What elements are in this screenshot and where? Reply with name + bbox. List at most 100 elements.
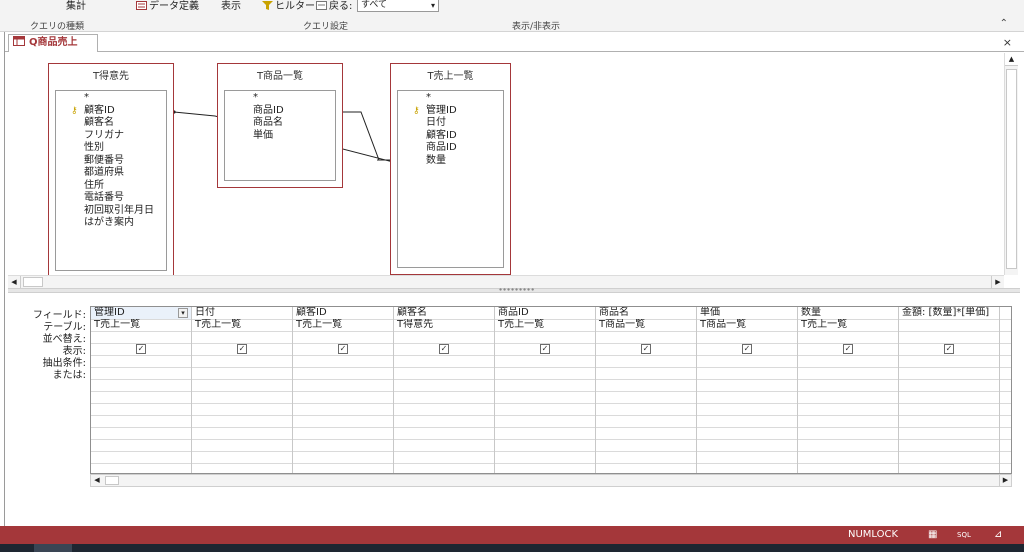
- datasheet-view-icon[interactable]: ▦: [928, 529, 937, 540]
- scroll-thumb[interactable]: [23, 277, 43, 287]
- property-filter-button[interactable]: ヒルター: [262, 0, 315, 12]
- field-cell[interactable]: 商品ID: [495, 307, 595, 319]
- field-cell[interactable]: 数量: [798, 307, 898, 319]
- pane-splitter[interactable]: ∙∙∙∙∙∙∙∙∙: [8, 285, 1020, 294]
- field-all[interactable]: *: [225, 92, 335, 105]
- show-checkbox[interactable]: ✓: [439, 344, 449, 354]
- grid-horizontal-scrollbar[interactable]: ◀ ▶: [90, 474, 1012, 487]
- scroll-left-icon[interactable]: ◀: [8, 276, 21, 288]
- field-item[interactable]: 商品ID: [398, 142, 503, 155]
- grid-column[interactable]: 日付 T売上一覧 ✓: [192, 307, 293, 473]
- sort-cell[interactable]: [899, 331, 999, 343]
- design-view-icon[interactable]: ⊿: [994, 529, 1002, 540]
- table-sales[interactable]: T売上一覧 * ⚷ 管理ID 日付 顧客ID 商品ID 数量: [390, 63, 511, 275]
- table-products[interactable]: T商品一覧 * 商品ID 商品名 単価: [217, 63, 343, 188]
- field-item[interactable]: 都道府県: [56, 167, 166, 180]
- show-checkbox[interactable]: ✓: [944, 344, 954, 354]
- field-item[interactable]: 初回取引年月日: [56, 205, 166, 218]
- show-checkbox[interactable]: ✓: [136, 344, 146, 354]
- field-item[interactable]: ⚷ 管理ID: [398, 105, 503, 118]
- field-cell[interactable]: 顧客ID: [293, 307, 393, 319]
- field-all[interactable]: *: [398, 92, 503, 105]
- field-item[interactable]: 性別: [56, 142, 166, 155]
- field-cell[interactable]: 金額: [数量]*[単価]: [899, 307, 999, 319]
- table-cell[interactable]: T得意先: [394, 319, 494, 331]
- field-all[interactable]: *: [56, 92, 166, 105]
- scroll-up-icon[interactable]: ▲: [1005, 53, 1018, 66]
- field-cell[interactable]: 管理ID ▾: [91, 307, 191, 319]
- field-item[interactable]: 郵便番号: [56, 155, 166, 168]
- field-list[interactable]: * ⚷ 管理ID 日付 顧客ID 商品ID 数量: [397, 90, 504, 268]
- scroll-right-icon[interactable]: ▶: [991, 276, 1004, 288]
- table-cell[interactable]: T商品一覧: [596, 319, 696, 331]
- field-list[interactable]: * 商品ID 商品名 単価: [224, 90, 336, 181]
- table-cell[interactable]: T売上一覧: [495, 319, 595, 331]
- field-list[interactable]: * ⚷ 顧客ID 顧客名 フリガナ 性別 郵便番号 都道府県 住所 電話番号 初回取引年月日 はがき案…: [55, 90, 167, 271]
- field-cell[interactable]: 単価: [697, 307, 797, 319]
- totals-button[interactable]: 集計: [66, 0, 86, 12]
- chevron-down-icon[interactable]: ▾: [178, 308, 188, 318]
- show-checkbox[interactable]: ✓: [540, 344, 550, 354]
- field-item[interactable]: 顧客名: [56, 117, 166, 130]
- sort-cell[interactable]: [495, 331, 595, 343]
- sort-cell[interactable]: [192, 331, 292, 343]
- grid-column[interactable]: 単価 T商品一覧 ✓: [697, 307, 798, 473]
- data-definition-button[interactable]: データ定義: [136, 0, 199, 12]
- sort-cell[interactable]: [293, 331, 393, 343]
- query-design-grid[interactable]: 管理ID ▾ T売上一覧 ✓ 日付 T売上一覧 ✓ 顧客ID T売上一覧 ✓ 顧客名 T得意先 ✓ 商品I…: [90, 306, 1012, 474]
- grid-column[interactable]: 顧客ID T売上一覧 ✓: [293, 307, 394, 473]
- show-checkbox[interactable]: ✓: [237, 344, 247, 354]
- field-item[interactable]: 数量: [398, 155, 503, 168]
- scroll-left-icon[interactable]: ◀: [91, 475, 103, 486]
- sort-cell[interactable]: [394, 331, 494, 343]
- taskbar-active-app[interactable]: [34, 544, 72, 552]
- window-frame: [4, 32, 7, 526]
- grid-column[interactable]: 顧客名 T得意先 ✓: [394, 307, 495, 473]
- show-checkbox[interactable]: ✓: [843, 344, 853, 354]
- table-cell[interactable]: T売上一覧: [798, 319, 898, 331]
- table-cell[interactable]: T売上一覧: [192, 319, 292, 331]
- grid-column[interactable]: 金額: [数量]*[単価] ✓: [899, 307, 1000, 473]
- collapse-ribbon-icon[interactable]: ⌃: [1000, 18, 1008, 29]
- sql-view-button[interactable]: SQL: [957, 531, 971, 539]
- table-design-pane[interactable]: T得意先 * ⚷ 顧客ID 顧客名 フリガナ 性別 郵便番号 都道府県 住所 電話番号 初回取引年月…: [8, 53, 1004, 275]
- field-item[interactable]: フリガナ: [56, 130, 166, 143]
- field-item[interactable]: 商品名: [225, 117, 335, 130]
- field-item[interactable]: 単価: [225, 130, 335, 143]
- tab-query[interactable]: Q商品売上: [8, 34, 98, 52]
- table-cell[interactable]: T売上一覧: [91, 319, 191, 331]
- field-cell[interactable]: 顧客名: [394, 307, 494, 319]
- field-cell[interactable]: 日付: [192, 307, 292, 319]
- sort-cell[interactable]: [798, 331, 898, 343]
- scroll-thumb[interactable]: [1006, 69, 1017, 269]
- sort-cell[interactable]: [697, 331, 797, 343]
- field-item[interactable]: 日付: [398, 117, 503, 130]
- scroll-thumb[interactable]: [105, 476, 119, 485]
- grid-column[interactable]: 商品名 T商品一覧 ✓: [596, 307, 697, 473]
- field-item[interactable]: 住所: [56, 180, 166, 193]
- field-item[interactable]: 商品ID: [225, 105, 335, 118]
- field-cell[interactable]: 商品名: [596, 307, 696, 319]
- field-item[interactable]: 電話番号: [56, 192, 166, 205]
- show-checkbox[interactable]: ✓: [641, 344, 651, 354]
- show-table-button[interactable]: 表示: [221, 0, 241, 12]
- design-vertical-scrollbar[interactable]: ▲: [1004, 53, 1018, 275]
- show-checkbox[interactable]: ✓: [742, 344, 752, 354]
- field-item[interactable]: ⚷ 顧客ID: [56, 105, 166, 118]
- grid-column[interactable]: 数量 T売上一覧 ✓: [798, 307, 899, 473]
- grid-column[interactable]: 管理ID ▾ T売上一覧 ✓: [91, 307, 192, 473]
- field-label: 郵便番号: [84, 154, 124, 166]
- sort-cell[interactable]: [596, 331, 696, 343]
- table-cell[interactable]: [899, 319, 999, 331]
- scroll-right-icon[interactable]: ▶: [999, 475, 1011, 486]
- return-values-dropdown[interactable]: すべて ▾: [357, 0, 439, 12]
- show-checkbox[interactable]: ✓: [338, 344, 348, 354]
- field-item[interactable]: はがき案内: [56, 217, 166, 230]
- sort-cell[interactable]: [91, 331, 191, 343]
- table-customers[interactable]: T得意先 * ⚷ 顧客ID 顧客名 フリガナ 性別 郵便番号 都道府県 住所 電話番号 初回取引年月…: [48, 63, 174, 275]
- grid-column[interactable]: 商品ID T売上一覧 ✓: [495, 307, 596, 473]
- field-item[interactable]: 顧客ID: [398, 130, 503, 143]
- table-cell[interactable]: T売上一覧: [293, 319, 393, 331]
- table-cell[interactable]: T商品一覧: [697, 319, 797, 331]
- close-icon[interactable]: ×: [1003, 36, 1012, 49]
